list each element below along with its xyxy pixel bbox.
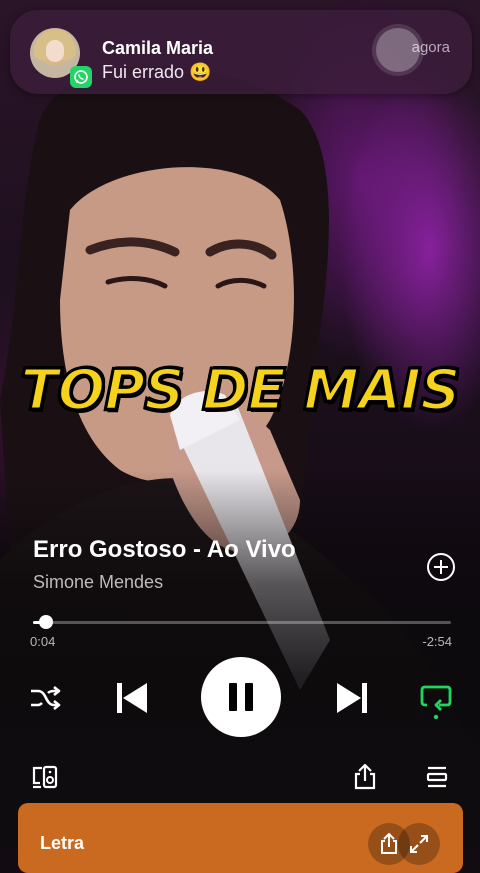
progress-thumb[interactable] xyxy=(38,615,53,629)
skip-previous-icon xyxy=(117,683,147,713)
connect-device-icon xyxy=(32,765,58,789)
previous-button[interactable] xyxy=(110,676,154,720)
whatsapp-icon xyxy=(70,66,92,88)
skip-next-icon xyxy=(337,683,367,713)
track-artist[interactable]: Simone Mendes xyxy=(33,572,163,593)
share-icon xyxy=(354,763,376,790)
queue-icon xyxy=(426,766,448,788)
whatsapp-notification[interactable]: Camila Maria Fui errado 😃 agora xyxy=(10,10,472,94)
elapsed-time: 0:04 xyxy=(30,634,56,649)
overlay-banner-text: TOPS DE MAIS xyxy=(19,357,462,425)
progress-bar[interactable] xyxy=(33,615,451,629)
lyrics-label: Letra xyxy=(40,833,85,853)
notification-message: Fui errado 😃 xyxy=(102,62,212,82)
repeat-icon xyxy=(420,685,452,720)
shuffle-button[interactable] xyxy=(28,683,62,713)
share-button[interactable] xyxy=(350,762,380,792)
repeat-button[interactable] xyxy=(418,681,454,721)
lyrics-card[interactable]: Letra xyxy=(18,803,463,873)
pause-button[interactable] xyxy=(201,657,281,737)
queue-button[interactable] xyxy=(422,762,452,792)
next-button[interactable] xyxy=(330,676,374,720)
pause-icon xyxy=(229,683,253,711)
connect-device-button[interactable] xyxy=(30,762,60,792)
track-title[interactable]: Erro Gostoso - Ao Vivo xyxy=(33,536,296,564)
shuffle-icon xyxy=(31,685,61,711)
notification-sender: Camila Maria xyxy=(102,38,214,58)
expand-icon xyxy=(410,835,428,853)
touch-indicator xyxy=(376,28,420,72)
share-icon xyxy=(381,833,397,854)
remaining-time: -2:54 xyxy=(422,634,452,649)
add-to-library-button[interactable] xyxy=(427,553,455,581)
lyrics-expand-button[interactable] xyxy=(398,823,440,865)
